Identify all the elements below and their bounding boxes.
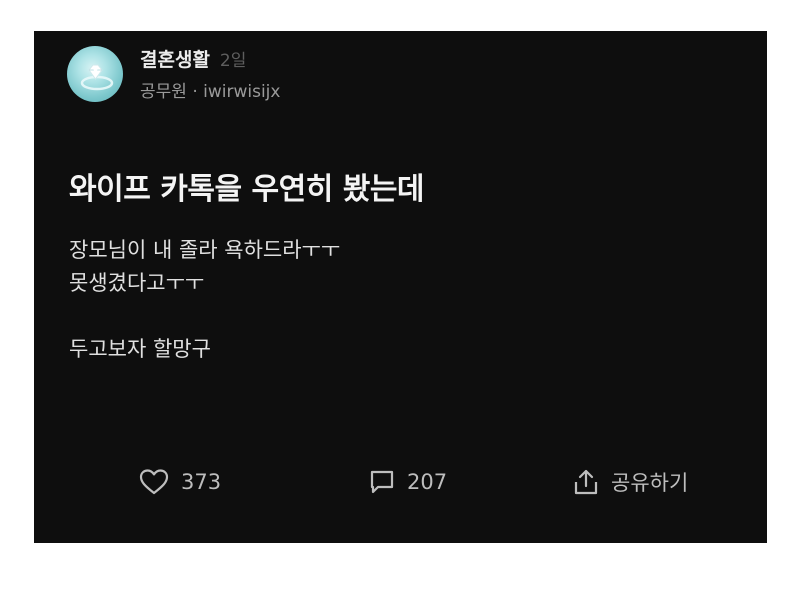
community-name[interactable]: 결혼생활: [140, 45, 210, 72]
action-bar: 373 207 공유하기: [34, 464, 767, 500]
post-title[interactable]: 와이프 카톡을 우연히 봤는데: [69, 164, 425, 208]
share-icon: [573, 468, 599, 496]
heart-icon: [139, 468, 169, 496]
author-info: 공무원 · iwirwisijx: [140, 77, 280, 102]
share-label: 공유하기: [611, 471, 689, 495]
post-header: 결혼생활 2일 공무원 · iwirwisijx: [67, 45, 280, 102]
body-line: 장모님이 내 졸라 욕하드라ㅜㅜ: [69, 238, 341, 262]
author-separator: ·: [186, 82, 204, 102]
body-line: 못생겼다고ㅜㅜ: [69, 271, 205, 295]
like-count: 373: [181, 470, 222, 494]
author-id: iwirwisijx: [203, 82, 281, 102]
community-avatar[interactable]: [67, 45, 123, 102]
comment-button[interactable]: 207: [369, 464, 447, 500]
body-blank-line: [69, 300, 340, 333]
post-time: 2일: [219, 51, 247, 71]
author-job: 공무원: [140, 82, 187, 102]
comment-icon: [369, 469, 395, 495]
post-meta: 결혼생활 2일 공무원 · iwirwisijx: [140, 45, 280, 102]
like-button[interactable]: 373: [139, 464, 221, 500]
ring-icon: [80, 64, 114, 90]
body-line: 두고보자 할망구: [69, 337, 211, 361]
comment-count: 207: [407, 470, 448, 494]
post-card: 결혼생활 2일 공무원 · iwirwisijx 와이프 카톡을 우연히 봤는데…: [34, 31, 767, 543]
post-body[interactable]: 장모님이 내 졸라 욕하드라ㅜㅜ 못생겼다고ㅜㅜ 두고보자 할망구: [69, 234, 340, 366]
share-button[interactable]: 공유하기: [573, 464, 688, 500]
